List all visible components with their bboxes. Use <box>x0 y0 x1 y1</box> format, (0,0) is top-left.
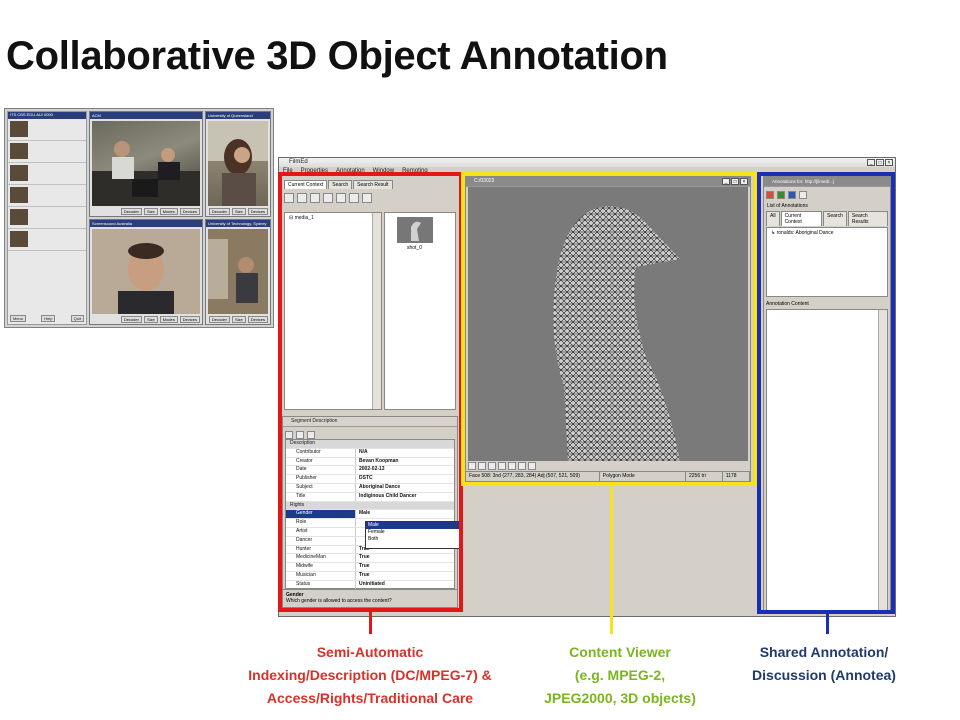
minimize-icon[interactable]: _ <box>867 159 875 166</box>
maximize-icon[interactable]: □ <box>876 159 884 166</box>
video-pane-controls: Decoder Size Modes Devices <box>92 316 200 323</box>
video-pane-caption: University of Queensland <box>206 112 270 119</box>
size-button[interactable]: Size <box>143 316 158 323</box>
video-pane-controls: Decoder Size Modes Devices <box>92 208 200 215</box>
indexing-label-line-3: Access/Rights/Traditional Care <box>266 690 474 706</box>
participant-list-title: ITS.CBS.EDU.AU/ 0000 <box>8 112 86 119</box>
menu-button[interactable]: Menu <box>10 315 27 322</box>
indexing-label-line-1: Semi-Automatic <box>316 644 424 660</box>
annotation-connector <box>826 614 829 634</box>
list-item[interactable] <box>8 185 86 207</box>
video-pane-1[interactable]: ACM Decoder Size Modes Devices <box>89 111 203 217</box>
size-button[interactable]: Size <box>143 208 158 215</box>
modes-button[interactable]: Modes <box>159 316 178 323</box>
participant-list: ITS.CBS.EDU.AU/ 0000 Menu Help Quit <box>7 111 87 325</box>
vc-footer: Menu Help Quit <box>10 315 84 322</box>
decoder-button[interactable]: Decoder <box>120 208 142 215</box>
annotation-label-line-1: Shared Annotation/ <box>759 644 889 660</box>
viewer-connector <box>610 486 613 634</box>
video-conference-window: ITS.CBS.EDU.AU/ 0000 Menu Help Quit ACM … <box>4 108 274 328</box>
participant-thumbnail <box>10 121 28 137</box>
video-feed <box>92 121 200 206</box>
decoder-button[interactable]: Decoder <box>208 316 230 323</box>
viewer-label-line-2: (e.g. MPEG-2, <box>574 667 666 683</box>
video-pane-2[interactable]: University of Queensland Decoder Size De… <box>205 111 271 217</box>
app-title: FilmEd <box>279 158 895 167</box>
help-button[interactable]: Help <box>41 315 56 322</box>
list-item[interactable] <box>8 229 86 251</box>
participant-thumbnail <box>10 231 28 247</box>
close-icon[interactable]: × <box>885 159 893 166</box>
size-button[interactable]: Size <box>231 316 246 323</box>
indexing-connector <box>369 612 372 634</box>
video-pane-controls: Decoder Size Devices <box>208 316 268 323</box>
decoder-button[interactable]: Decoder <box>208 208 230 215</box>
participant-thumbnail <box>10 143 28 159</box>
list-item[interactable] <box>8 207 86 229</box>
window-controls: _ □ × <box>867 159 893 166</box>
participant-thumbnail <box>10 165 28 181</box>
video-pane-caption: University of Technology, Sydney <box>206 220 270 227</box>
person-image <box>92 229 200 314</box>
participant-thumbnail <box>10 209 28 225</box>
list-item[interactable] <box>8 141 86 163</box>
devices-button[interactable]: Devices <box>179 316 200 323</box>
indexing-label-line-2: Indexing/Description (DC/MPEG-7) & <box>248 667 492 683</box>
devices-button[interactable]: Devices <box>247 208 268 215</box>
viewer-highlight-frame <box>461 172 757 486</box>
modes-button[interactable]: Modes <box>159 208 178 215</box>
video-feed <box>208 121 268 206</box>
quit-button[interactable]: Quit <box>70 315 84 322</box>
devices-button[interactable]: Devices <box>179 208 200 215</box>
indexing-label: Semi-Automatic Indexing/Description (DC/… <box>200 641 540 710</box>
person-image <box>208 121 268 206</box>
annotation-label: Shared Annotation/ Discussion (Annotea) <box>724 641 924 687</box>
annotation-label-line-2: Discussion (Annotea) <box>752 667 896 683</box>
annotation-highlight-frame <box>757 172 895 614</box>
video-feed <box>92 229 200 314</box>
participant-thumbnail <box>10 187 28 203</box>
devices-button[interactable]: Devices <box>247 316 268 323</box>
viewer-label-line-1: Content Viewer <box>569 644 671 660</box>
video-pane-3[interactable]: Screensound Australia Decoder Size Modes… <box>89 219 203 325</box>
viewer-label-line-3: JPEG2000, 3D objects) <box>544 690 696 706</box>
decoder-button[interactable]: Decoder <box>120 316 142 323</box>
viewer-label: Content Viewer (e.g. MPEG-2, JPEG2000, 3… <box>520 641 720 710</box>
list-item[interactable] <box>8 119 86 141</box>
meeting-room-image <box>92 141 200 206</box>
size-button[interactable]: Size <box>231 208 246 215</box>
office-image <box>208 229 268 314</box>
list-item[interactable] <box>8 163 86 185</box>
video-pane-caption: Screensound Australia <box>90 220 202 227</box>
indexing-highlight-frame <box>278 172 463 612</box>
slide-title: Collaborative 3D Object Annotation <box>6 34 668 78</box>
video-feed <box>208 229 268 314</box>
video-pane-4[interactable]: University of Technology, Sydney Decoder… <box>205 219 271 325</box>
video-pane-controls: Decoder Size Devices <box>208 208 268 215</box>
video-pane-caption: ACM <box>90 112 202 119</box>
